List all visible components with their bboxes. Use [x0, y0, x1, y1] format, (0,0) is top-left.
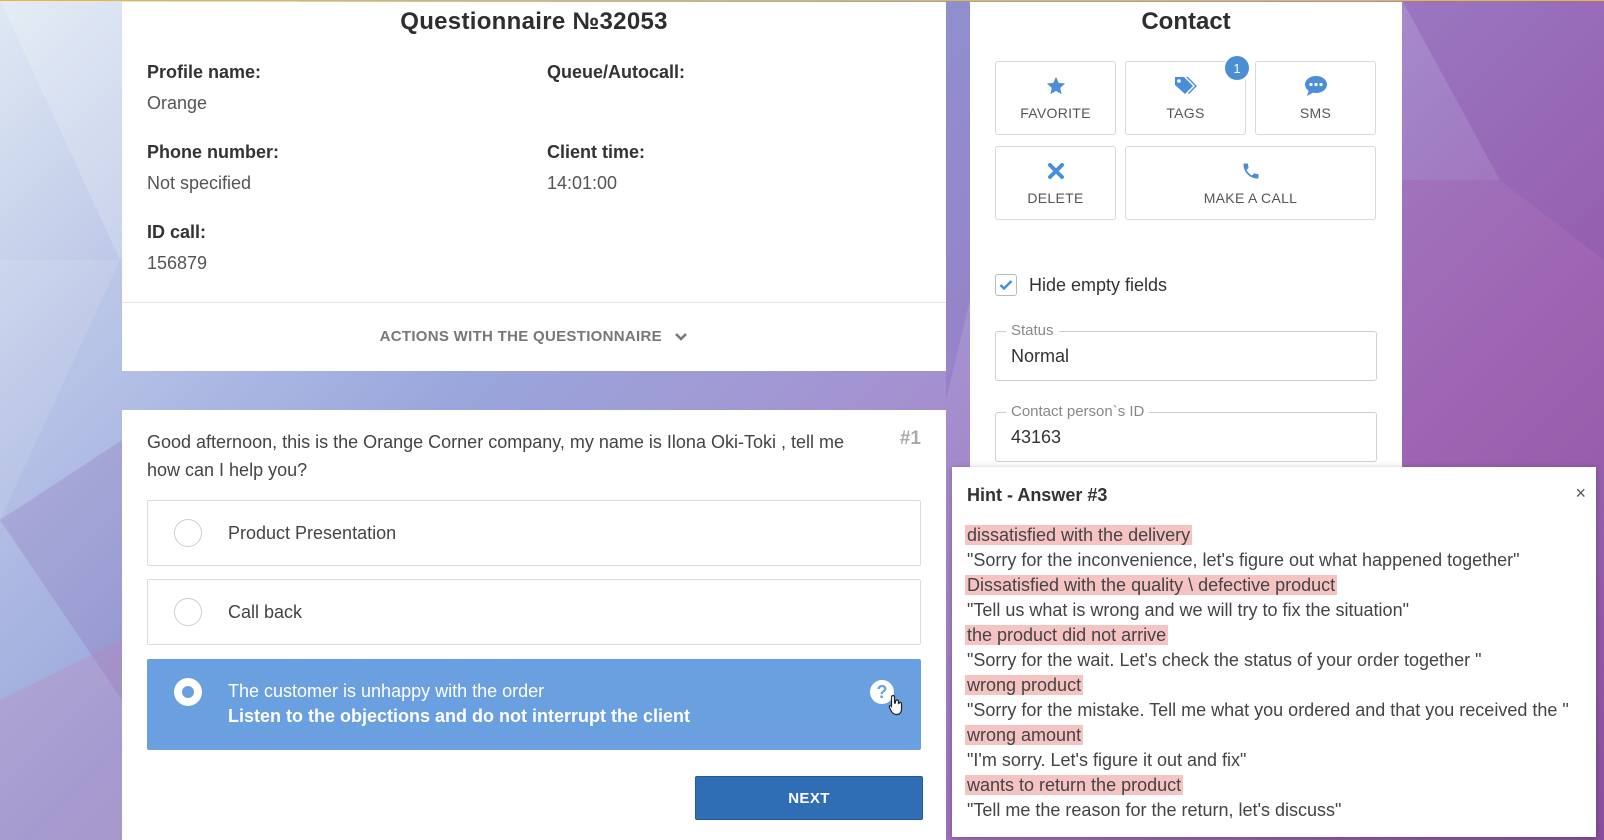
make-call-button[interactable]: MAKE A CALL [1125, 146, 1376, 220]
close-icon[interactable]: × [1575, 483, 1586, 504]
answer-option-label: The customer is unhappy with the order [228, 681, 545, 701]
queue-label: Queue/Autocall: [547, 62, 686, 82]
hint-popup: Hint - Answer #3 × dissatisfied with the… [952, 467, 1596, 837]
top-accent-line [0, 0, 1604, 1]
id-call-value: 156879 [147, 253, 208, 273]
contact-person-id-field[interactable]: Contact person`s ID 43163 [995, 403, 1377, 462]
actions-label: ACTIONS WITH THE QUESTIONNAIRE [379, 328, 662, 345]
phone-value: Not specified [147, 173, 252, 193]
tags-button[interactable]: TAGS 1 [1125, 54, 1251, 135]
tags-icon [1173, 75, 1199, 97]
profile-value: Orange [147, 93, 208, 113]
hide-empty-label: Hide empty fields [1029, 274, 1168, 295]
favorite-label: FAVORITE [1020, 105, 1091, 121]
delete-label: DELETE [1027, 190, 1084, 206]
phone-icon [1241, 160, 1261, 182]
favorite-button[interactable]: FAVORITE [995, 61, 1116, 135]
question-number: #1 [899, 428, 921, 449]
hint-response: "Tell us what is wrong and we will try t… [967, 600, 1409, 620]
contact-title: Contact [1141, 8, 1231, 35]
chevron-down-icon [674, 329, 688, 346]
radio-button[interactable] [174, 598, 202, 626]
status-field[interactable]: Status Normal [995, 322, 1377, 381]
hint-objection: wrong amount [965, 725, 1084, 745]
hint-objection: wants to return the product [965, 775, 1184, 795]
questionnaire-title: Questionnaire №32053 [400, 8, 668, 35]
hint-response: "Tell me the reason for the return, let'… [967, 800, 1342, 820]
client-time-value: 14:01:00 [547, 173, 618, 193]
answer-option-instruction: Listen to the objections and do not inte… [228, 706, 690, 726]
radio-button-selected[interactable] [174, 678, 202, 706]
id-call-label: ID call: [147, 222, 207, 242]
client-time-field: Client time: 14:01:00 [547, 142, 645, 194]
profile-label: Profile name: [147, 62, 262, 82]
phone-label: Phone number: [147, 142, 280, 162]
status-label: Status [1006, 322, 1059, 339]
contact-person-id-value: 43163 [1011, 427, 1062, 447]
hide-empty-fields-toggle[interactable]: Hide empty fields [995, 274, 1167, 296]
phone-field: Phone number: Not specified [147, 142, 279, 194]
star-icon [1045, 75, 1067, 97]
hand-cursor-icon [888, 694, 904, 721]
divider [122, 302, 946, 303]
hint-response: "I'm sorry. Let's figure it out and fix" [967, 750, 1247, 770]
answer-option-label: Call back [228, 602, 303, 622]
answer-option-2[interactable]: Call back [147, 579, 921, 645]
delete-button[interactable]: DELETE [995, 146, 1116, 220]
hint-lines: dissatisfied with the delivery "Sorry fo… [965, 523, 1587, 823]
client-time-label: Client time: [547, 142, 646, 162]
status-value: Normal [1011, 346, 1070, 366]
id-call-field: ID call: 156879 [147, 222, 207, 274]
tags-count-badge: 1 [1223, 54, 1251, 82]
hint-response: "Sorry for the mistake. Tell me what you… [967, 700, 1569, 720]
checkbox[interactable] [995, 274, 1017, 296]
radio-button[interactable] [174, 519, 202, 547]
contact-person-id-label: Contact person`s ID [1006, 403, 1150, 420]
sms-button[interactable]: SMS [1255, 61, 1376, 135]
answer-option-3[interactable]: The customer is unhappy with the order L… [147, 659, 921, 750]
contact-card: Contact FAVORITE TAGS 1 SMS DELETE MAKE … [970, 2, 1402, 468]
hint-response: "Sorry for the wait. Let's check the sta… [967, 650, 1482, 670]
hint-objection: wrong product [965, 675, 1084, 695]
queue-field: Queue/Autocall: [547, 62, 685, 93]
questionnaire-card: Questionnaire №32053 Profile name: Orang… [122, 2, 946, 371]
answer-option-label: Product Presentation [228, 523, 397, 543]
script-card: Good afternoon, this is the Orange Corne… [122, 410, 946, 840]
answer-option-text: The customer is unhappy with the order L… [228, 681, 690, 727]
tags-label: TAGS [1166, 105, 1205, 121]
chat-bubble-icon [1304, 75, 1328, 97]
profile-field: Profile name: Orange [147, 62, 261, 114]
sms-label: SMS [1299, 105, 1332, 121]
hint-title: Hint - Answer #3 [967, 485, 1108, 505]
script-question: Good afternoon, this is the Orange Corne… [147, 432, 844, 480]
actions-toggle[interactable]: ACTIONS WITH THE QUESTIONNAIRE [122, 328, 946, 346]
hint-response: "Sorry for the inconvenience, let's figu… [967, 550, 1520, 570]
make-call-label: MAKE A CALL [1203, 190, 1298, 206]
hint-objection: dissatisfied with the delivery [965, 525, 1193, 545]
next-button[interactable]: NEXT [695, 776, 923, 820]
close-x-icon [1047, 160, 1065, 182]
answer-option-1[interactable]: Product Presentation [147, 500, 921, 566]
hint-objection: the product did not arrive [965, 625, 1169, 645]
hint-objection: Dissatisfied with the quality \ defectiv… [965, 575, 1338, 595]
